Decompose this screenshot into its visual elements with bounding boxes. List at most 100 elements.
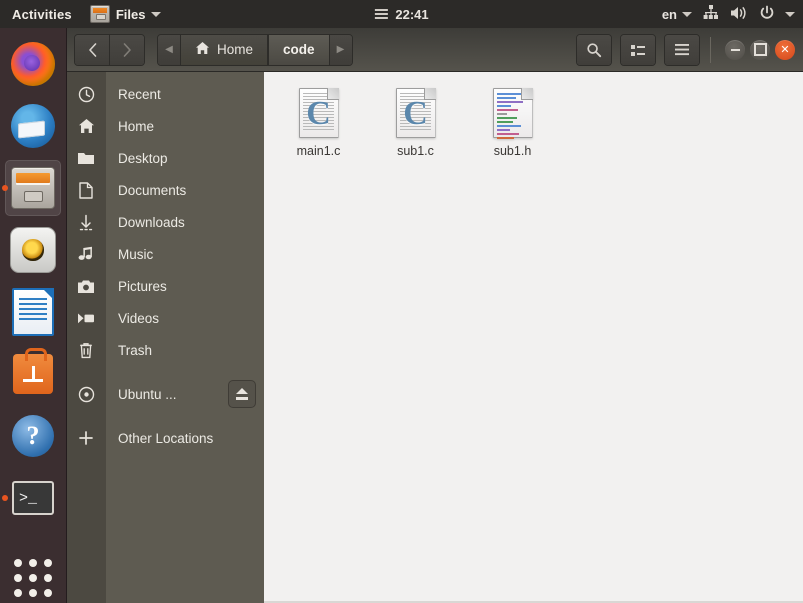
sidebar-item-label: Trash bbox=[118, 342, 153, 358]
breadcrumb-item-code[interactable]: code bbox=[268, 34, 330, 65]
dock-item-rhythmbox[interactable] bbox=[5, 222, 61, 278]
navigation-buttons bbox=[74, 33, 145, 66]
disc-icon bbox=[66, 386, 106, 403]
close-button[interactable]: ✕ bbox=[775, 39, 795, 60]
files-window: ◀ Home code ▶ ✕ Recent Home Desktop Docu… bbox=[66, 28, 803, 603]
files-app-icon bbox=[89, 5, 110, 23]
chevron-down-icon[interactable] bbox=[785, 11, 795, 17]
sidebar-item-label: Music bbox=[118, 246, 154, 262]
sidebar-item-music[interactable]: Music bbox=[66, 238, 264, 270]
headerbar-divider bbox=[710, 36, 711, 63]
file-name-label: main1.c bbox=[296, 144, 341, 158]
window-headerbar: ◀ Home code ▶ ✕ bbox=[66, 28, 803, 72]
file-item[interactable]: sub1.h bbox=[464, 82, 561, 166]
breadcrumb-label: Home bbox=[217, 42, 254, 57]
headerbar-actions: ✕ bbox=[576, 33, 795, 66]
sidebar-item-downloads[interactable]: Downloads bbox=[66, 206, 264, 238]
sidebar-item-label: Videos bbox=[118, 310, 160, 326]
search-button-group bbox=[576, 33, 612, 66]
file-name-label: sub1.c bbox=[397, 144, 434, 158]
sidebar-item-label: Downloads bbox=[118, 214, 185, 230]
file-view[interactable]: C main1.c C sub1.c sub1.h bbox=[264, 72, 803, 603]
sidebar-separator bbox=[66, 410, 264, 422]
show-applications-button[interactable] bbox=[5, 555, 61, 601]
dock-item-terminal[interactable]: >_ bbox=[5, 470, 61, 526]
c-header-file-icon bbox=[492, 88, 533, 139]
sidebar-item-label: Home bbox=[118, 118, 155, 134]
clock-menu[interactable]: 22:41 bbox=[374, 6, 429, 22]
terminal-icon: >_ bbox=[12, 481, 54, 515]
libreoffice-writer-icon bbox=[12, 288, 54, 336]
dock-item-help[interactable]: ? bbox=[5, 408, 61, 464]
video-icon bbox=[66, 312, 106, 325]
forward-button[interactable] bbox=[109, 34, 144, 65]
files-icon bbox=[11, 167, 55, 209]
activities-button[interactable]: Activities bbox=[0, 7, 82, 22]
maximize-button[interactable] bbox=[750, 39, 770, 60]
dock-item-libreoffice-writer[interactable] bbox=[5, 284, 61, 340]
file-item[interactable]: C main1.c bbox=[270, 82, 367, 166]
help-icon: ? bbox=[12, 415, 54, 457]
sidebar-item-label: Desktop bbox=[118, 150, 168, 166]
app-menu-label: Files bbox=[115, 6, 146, 22]
download-icon bbox=[66, 214, 106, 231]
dock-item-ubuntu-software[interactable] bbox=[5, 346, 61, 402]
triangle-left-icon[interactable]: ◀ bbox=[158, 34, 180, 65]
sidebar-item-documents[interactable]: Documents bbox=[66, 174, 264, 206]
menu-button-group bbox=[664, 33, 700, 66]
sidebar-item-recent[interactable]: Recent bbox=[66, 78, 264, 110]
clock-icon bbox=[66, 86, 106, 103]
triangle-right-icon[interactable]: ▶ bbox=[329, 34, 352, 65]
view-toggle-button-group bbox=[620, 33, 656, 66]
clock-label: 22:41 bbox=[395, 6, 429, 22]
sidebar-item-label: Recent bbox=[118, 86, 161, 102]
sidebar-separator bbox=[66, 366, 264, 378]
sidebar-item-trash[interactable]: Trash bbox=[66, 334, 264, 366]
dock-item-thunderbird[interactable] bbox=[5, 98, 61, 154]
sidebar-item-home[interactable]: Home bbox=[66, 110, 264, 142]
hamburger-menu-icon[interactable] bbox=[665, 34, 699, 65]
sidebar-item-other-locations[interactable]: Other Locations bbox=[66, 422, 264, 454]
home-icon bbox=[66, 118, 106, 134]
sidebar-list: Recent Home Desktop Documents Downloads … bbox=[66, 72, 264, 603]
chevron-down-icon bbox=[682, 11, 692, 17]
network-wired-icon[interactable] bbox=[702, 4, 720, 24]
list-view-icon[interactable] bbox=[621, 34, 655, 65]
power-icon[interactable] bbox=[759, 5, 775, 24]
sidebar-item-label: Pictures bbox=[118, 278, 167, 294]
document-icon bbox=[66, 181, 106, 199]
search-icon[interactable] bbox=[577, 34, 611, 65]
app-menu-button[interactable]: Files bbox=[82, 5, 170, 23]
file-name-label: sub1.h bbox=[493, 144, 532, 158]
window-body: Recent Home Desktop Documents Downloads … bbox=[66, 72, 803, 603]
sidebar-item-label: Other Locations bbox=[118, 430, 214, 446]
firefox-icon bbox=[11, 42, 55, 86]
window-controls: ✕ bbox=[721, 39, 795, 60]
dock-item-firefox[interactable] bbox=[5, 36, 61, 92]
plus-icon bbox=[66, 430, 106, 446]
system-status-area: en bbox=[662, 0, 795, 28]
dock-item-files[interactable] bbox=[5, 160, 61, 216]
sidebar-item-videos[interactable]: Videos bbox=[66, 302, 264, 334]
trash-icon bbox=[66, 342, 106, 359]
icon-grid: C main1.c C sub1.c sub1.h bbox=[264, 72, 803, 176]
sidebar-item-desktop[interactable]: Desktop bbox=[66, 142, 264, 174]
folder-icon bbox=[66, 151, 106, 166]
sidebar-item-label: Ubuntu ... bbox=[118, 386, 177, 402]
breadcrumb-label: code bbox=[283, 42, 315, 57]
minimize-button[interactable] bbox=[725, 39, 745, 60]
sidebar-item-pictures[interactable]: Pictures bbox=[66, 270, 264, 302]
eject-button[interactable] bbox=[228, 380, 256, 408]
sidebar-item-ubuntu-disc[interactable]: Ubuntu ... bbox=[66, 378, 264, 410]
eject-icon bbox=[236, 388, 248, 400]
volume-icon[interactable] bbox=[730, 5, 749, 24]
file-item[interactable]: C sub1.c bbox=[367, 82, 464, 166]
thunderbird-icon bbox=[11, 104, 55, 148]
hamburger-icon bbox=[374, 9, 388, 19]
language-indicator[interactable]: en bbox=[662, 7, 692, 22]
back-button[interactable] bbox=[75, 34, 109, 65]
language-label: en bbox=[661, 6, 677, 22]
breadcrumb-item-home[interactable]: Home bbox=[180, 34, 269, 65]
c-source-file-icon: C bbox=[395, 88, 436, 138]
desktop-screen: Activities Files 22:41 en ? >_ ◀ Home co… bbox=[0, 0, 803, 603]
